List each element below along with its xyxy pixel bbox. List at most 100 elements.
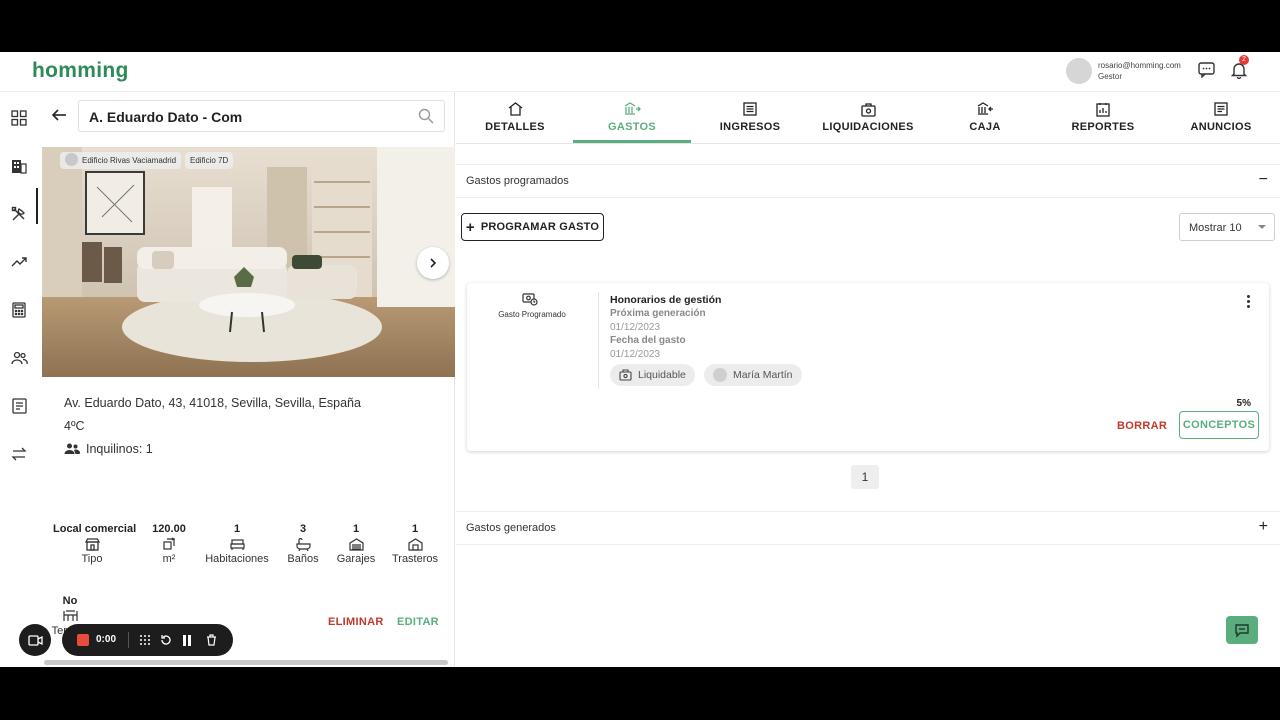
avatar[interactable] — [1066, 58, 1092, 84]
building-icon[interactable] — [9, 156, 29, 176]
grid-dots-icon[interactable] — [138, 633, 152, 647]
collapse-icon[interactable]: − — [1259, 171, 1268, 189]
top-bar: homming rosario@homming.com Gestor 2 — [0, 52, 1280, 92]
camera-toggle-button[interactable] — [19, 624, 51, 656]
feature-baths: 3 Baños — [283, 523, 323, 565]
home-icon — [456, 100, 574, 118]
tab-detalles[interactable]: DETALLES — [456, 92, 574, 144]
tab-label: DETALLES — [485, 121, 545, 133]
expense-date-label: Fecha del gasto — [610, 335, 686, 346]
tab-bar: DETALLES GASTOS INGRESOS LIQUIDACIONES C… — [456, 92, 1280, 144]
app-window: homming rosario@homming.com Gestor 2 A. … — [0, 52, 1280, 667]
pagination-page[interactable]: 1 — [851, 465, 879, 489]
delete-property-button[interactable]: ELIMINAR — [328, 616, 384, 628]
stop-record-button[interactable] — [77, 634, 89, 646]
property-photo: Edificio Rivas Vaciamadrid Edificio 7D — [42, 147, 455, 377]
active-tab-indicator — [573, 140, 691, 143]
garage-icon — [335, 535, 377, 553]
tab-label: GASTOS — [607, 121, 657, 133]
button-label: PROGRAMAR GASTO — [480, 221, 600, 233]
feature-value: 3 — [299, 523, 307, 535]
feature-storage: 1 Trasteros — [390, 523, 440, 565]
photo-tag-avatar — [65, 153, 78, 167]
restart-icon[interactable] — [159, 633, 173, 647]
tab-liquidaciones[interactable]: LIQUIDACIONES — [809, 92, 927, 144]
feature-type: Local comercial Tipo — [53, 523, 136, 565]
transfer-icon[interactable] — [9, 444, 29, 464]
more-vertical-icon[interactable] — [1247, 295, 1251, 310]
chat-icon[interactable] — [1197, 61, 1215, 79]
feature-rooms: 1 Habitaciones — [203, 523, 271, 565]
tab-label: ANUNCIOS — [1190, 121, 1252, 133]
support-chat-button[interactable] — [1226, 616, 1258, 644]
delete-expense-button[interactable]: BORRAR — [1117, 420, 1167, 432]
user-role: Gestor — [1098, 72, 1123, 81]
plus-icon: + — [465, 218, 475, 236]
tab-caja[interactable]: CAJA — [926, 92, 1044, 144]
terrace-icon — [50, 607, 90, 625]
next-generation-label: Próxima generación — [610, 308, 706, 319]
trash-icon[interactable] — [204, 633, 218, 647]
card-divider — [598, 292, 599, 389]
report-icon — [1044, 100, 1162, 118]
shop-icon — [53, 535, 131, 553]
back-arrow-icon[interactable] — [51, 107, 69, 125]
ads-icon — [1162, 100, 1280, 118]
property-floor: 4ºC — [64, 419, 85, 433]
calculator-icon[interactable] — [9, 300, 29, 320]
feature-label: m² — [162, 553, 176, 565]
recorder-toolbar: 0:00 — [62, 624, 233, 656]
expense-date-value: 01/12/2023 — [610, 349, 661, 360]
feature-value: 120.00 — [152, 523, 186, 535]
page-size-select[interactable]: Mostrar 10 — [1179, 213, 1275, 241]
homming-logo[interactable]: homming — [32, 59, 129, 83]
scheduled-expenses-header[interactable]: Gastos programados − — [456, 164, 1280, 198]
income-icon — [691, 100, 809, 118]
section-title: Gastos generados — [466, 522, 556, 534]
feature-garages: 1 Garajes — [335, 523, 377, 565]
photo-tag-unit: Edificio 7D — [185, 152, 234, 169]
chevron-right-icon — [430, 258, 437, 268]
expense-type-label: Gasto Programado — [498, 310, 566, 319]
recording-time: 0:00 — [96, 634, 117, 645]
edit-property-button[interactable]: EDITAR — [397, 616, 439, 628]
tab-label: LIQUIDACIONES — [822, 121, 914, 133]
contract-icon[interactable] — [9, 396, 29, 416]
concepts-button[interactable]: CONCEPTOS — [1179, 411, 1259, 439]
tenants-label: Inquilinos: 1 — [86, 442, 153, 456]
liquidable-chip: Liquidable — [610, 364, 695, 386]
search-icon[interactable] — [418, 108, 434, 129]
feature-value: 1 — [233, 523, 241, 535]
tab-gastos[interactable]: GASTOS — [573, 92, 691, 144]
pause-icon[interactable] — [180, 633, 194, 647]
scheduled-expense-icon — [522, 292, 538, 311]
property-search-input[interactable]: A. Eduardo Dato - Com — [78, 100, 445, 132]
people-icon[interactable] — [9, 348, 29, 368]
program-expense-button[interactable]: + PROGRAMAR GASTO — [461, 213, 604, 241]
feature-value: No — [62, 595, 78, 607]
dashboard-icon[interactable] — [9, 108, 29, 128]
cash-icon — [926, 100, 1044, 118]
notification-badge: 2 — [1239, 55, 1249, 65]
property-address: Av. Eduardo Dato, 43, 41018, Sevilla, Se… — [64, 396, 361, 410]
tenants-count: Inquilinos: 1 — [64, 442, 153, 456]
photo-next-button[interactable] — [417, 247, 449, 279]
photo-tag-label: Edificio Rivas Vaciamadrid — [82, 156, 177, 165]
storage-icon — [390, 535, 440, 553]
expand-icon[interactable]: + — [1259, 518, 1268, 536]
tab-ingresos[interactable]: INGRESOS — [691, 92, 809, 144]
feature-label: Habitaciones — [205, 553, 269, 565]
select-value: Mostrar 10 — [1189, 222, 1242, 234]
video-camera-icon — [27, 634, 43, 646]
generated-expenses-header[interactable]: Gastos generados + — [456, 511, 1280, 545]
photo-tag-label: Edificio 7D — [190, 156, 229, 165]
property-search-value: A. Eduardo Dato - Com — [89, 109, 243, 125]
bath-icon — [283, 535, 323, 553]
main-content: DETALLES GASTOS INGRESOS LIQUIDACIONES C… — [456, 92, 1280, 667]
tab-reportes[interactable]: REPORTES — [1044, 92, 1162, 144]
tools-icon[interactable] — [9, 204, 29, 224]
feature-label: Garajes — [336, 553, 376, 565]
trending-icon[interactable] — [9, 252, 29, 272]
tab-anuncios[interactable]: ANUNCIOS — [1162, 92, 1280, 144]
horizontal-scrollbar[interactable] — [44, 660, 448, 665]
